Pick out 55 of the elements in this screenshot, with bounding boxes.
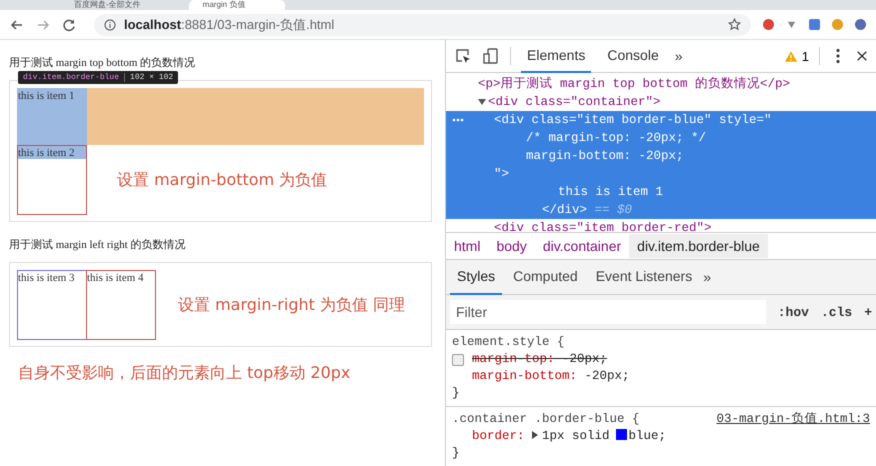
dom-node[interactable]: <div class="container"> (446, 93, 876, 111)
breadcrumb[interactable]: body (488, 234, 535, 258)
devtools-tab[interactable]: Elements (521, 39, 592, 73)
item-box: this is item 2 (17, 145, 87, 215)
css-declaration: margin-bottom: -20px; (472, 368, 630, 385)
profile-icon[interactable] (855, 19, 866, 30)
more-tabs-button[interactable]: » (674, 48, 683, 64)
css-declaration: margin-top: -20px; (472, 351, 608, 368)
styles-tab[interactable]: Computed (506, 259, 585, 295)
dom-node[interactable]: <p>用于测试 margin top bottom 的负数情况</p> (446, 75, 876, 93)
color-swatch[interactable] (616, 429, 627, 440)
rule-brace: } (452, 385, 461, 402)
browser-tab[interactable]: margin 负值 (188, 0, 286, 10)
back-icon[interactable] (10, 18, 24, 32)
info-icon (104, 18, 116, 30)
star-icon[interactable] (728, 18, 741, 31)
element-tooltip: div.item.border-blue 102 × 102 (18, 71, 178, 84)
section-heading: 用于测试 margin left right 的负数情况 (9, 238, 186, 252)
source-link[interactable]: 03-margin-负值.html:3 (716, 411, 870, 428)
browser-tab[interactable]: 百度网盘-全部文件 (60, 0, 181, 10)
filter-toolbar-button[interactable]: .cls (820, 304, 852, 320)
expand-arrow-icon[interactable] (532, 431, 538, 439)
filter-toolbar-button[interactable]: + (864, 304, 872, 320)
annotation-text: 设置 margin-bottom 为负值 (117, 170, 328, 190)
breadcrumb[interactable]: div.item.border-blue (629, 234, 768, 258)
section-heading: 用于测试 margin top bottom 的负数情况 (9, 56, 196, 70)
item-box: this is item 3 (17, 270, 87, 340)
more-icon[interactable] (452, 118, 464, 122)
warning-count: 1 (802, 48, 809, 64)
dom-node[interactable]: <div class="item border-blue" style=" /* margin-top: -20px; */ margin-bottom: -20px; "> this is item 1 </div> == $0 (446, 111, 876, 219)
styles-tab[interactable]: Event Listeners (588, 259, 700, 295)
reload-icon[interactable] (62, 18, 76, 32)
rule-selector: .container .border-blue { (452, 411, 640, 428)
item-box: this is item 4 (86, 270, 156, 340)
item-box: this is item 1 (17, 88, 87, 145)
inspect-icon[interactable] (454, 47, 472, 65)
device-icon[interactable] (482, 47, 500, 65)
css-declaration: border: 1px solid blue; (472, 428, 666, 445)
close-icon[interactable] (856, 50, 868, 62)
expand-arrow-icon[interactable] (478, 98, 486, 106)
checkbox[interactable] (452, 354, 464, 366)
menu-icon[interactable] (836, 48, 840, 64)
breadcrumb[interactable]: div.container (534, 234, 630, 258)
filter-input[interactable]: Filter (450, 300, 766, 324)
annotation-text: 自身不受影响，后面的元素向上 top移动 20px (18, 363, 352, 384)
address-bar[interactable]: localhost:8881/03-margin-负值.html (94, 14, 751, 36)
breadcrumb[interactable]: html (446, 234, 488, 258)
annotation-text: 设置 margin-right 为负值 同理 (178, 294, 406, 316)
extension-icon[interactable] (763, 19, 774, 30)
devtools-tab[interactable]: Console (601, 39, 665, 73)
dom-node[interactable]: <div class="item border-red"> (446, 219, 876, 232)
rule-selector: element.style { (452, 334, 565, 351)
rule-brace: } (452, 445, 461, 462)
more-tabs-button[interactable]: » (703, 269, 712, 285)
filter-toolbar-button[interactable]: :hov (778, 304, 809, 320)
